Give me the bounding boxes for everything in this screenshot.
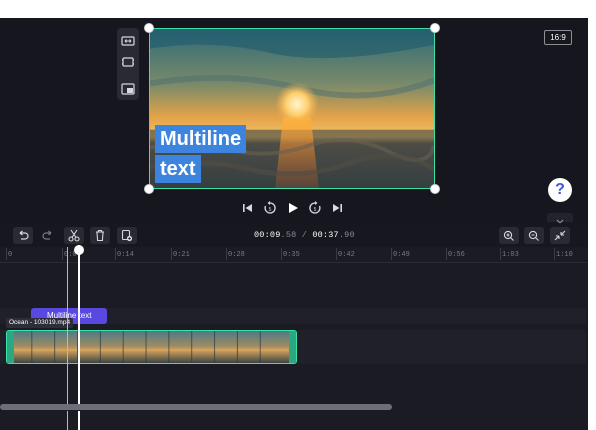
video-clip-label: Ocean - 103019.mp4: [6, 318, 74, 328]
time-ruler[interactable]: 0 0:07 0:14 0:21 0:28 0:35 0:42 0:49 0:5…: [0, 247, 588, 263]
fit-icon[interactable]: [121, 34, 135, 46]
split-button[interactable]: [64, 227, 84, 244]
preview-side-toolbar: [117, 28, 139, 100]
ruler-tick: 0:21: [171, 248, 190, 260]
resize-handle-bottom-right[interactable]: [430, 184, 440, 194]
total-time-fraction: .90: [338, 230, 355, 240]
caption-line-1[interactable]: Multiline: [155, 125, 247, 153]
ruler-tick: 0: [5, 248, 13, 260]
clip-trim-handle-right[interactable]: [289, 331, 296, 363]
ruler-tick: 1:10: [554, 248, 573, 260]
rewind-5-icon[interactable]: 5: [262, 200, 278, 216]
split-icon: [68, 229, 80, 242]
ruler-tick: 0:56: [446, 248, 465, 260]
help-button[interactable]: ?: [548, 178, 572, 202]
ruler-tick: 0:42: [336, 248, 355, 260]
video-clip[interactable]: [6, 330, 297, 364]
clip-trim-handle-left[interactable]: [7, 331, 14, 363]
svg-text:5: 5: [269, 207, 272, 213]
crop-icon[interactable]: [121, 55, 135, 67]
fit-timeline-icon: [554, 230, 566, 241]
duplicate-button[interactable]: [117, 227, 137, 244]
ruler-tick: 0:49: [391, 248, 410, 260]
ruler-tick: 0:35: [281, 248, 300, 260]
ruler-tick: 1:03: [500, 248, 519, 260]
right-margin: [588, 0, 596, 430]
resize-handle-top-right[interactable]: [430, 23, 440, 33]
ruler-tick: 0:28: [226, 248, 245, 260]
skip-forward-icon[interactable]: [329, 200, 345, 216]
caption-line-2[interactable]: text: [155, 155, 201, 183]
time-separator: /: [296, 230, 313, 240]
current-time-fraction: .58: [280, 230, 297, 240]
redo-button[interactable]: [38, 227, 58, 244]
zoom-out-button[interactable]: [524, 227, 544, 244]
timeline-toolbar: 00:09.58 / 00:37.90: [0, 223, 588, 247]
delete-icon: [96, 229, 104, 242]
video-clip-thumbnails: [7, 331, 296, 363]
aspect-ratio-button[interactable]: 16:9: [544, 30, 572, 45]
collapse-preview-button[interactable]: [547, 213, 573, 224]
svg-text:5: 5: [314, 207, 317, 213]
top-strip: [0, 0, 588, 18]
picture-in-picture-icon[interactable]: [121, 82, 135, 95]
playhead[interactable]: [78, 245, 80, 430]
video-editor: Multiline text 16:9 ? 5 5 00:09.58 / 00:…: [0, 0, 588, 430]
timeline-scrollbar-thumb[interactable]: [0, 404, 392, 410]
undo-icon: [19, 230, 29, 240]
zoom-in-button[interactable]: [499, 227, 519, 244]
total-time: 00:37: [312, 230, 339, 240]
fit-timeline-button[interactable]: [550, 227, 570, 244]
ruler-tick: 0:14: [115, 248, 134, 260]
current-time: 00:09: [254, 230, 281, 240]
playhead-handle[interactable]: [74, 245, 84, 255]
resize-handle-top-left[interactable]: [144, 23, 154, 33]
zoom-out-icon: [528, 230, 539, 241]
play-icon[interactable]: [285, 200, 301, 216]
timeline[interactable]: 0 0:07 0:14 0:21 0:28 0:35 0:42 0:49 0:5…: [0, 247, 588, 430]
zoom-in-icon: [503, 230, 514, 241]
skip-back-icon[interactable]: [240, 200, 256, 216]
delete-button[interactable]: [90, 227, 110, 244]
resize-handle-bottom-left[interactable]: [144, 184, 154, 194]
duplicate-icon: [121, 229, 133, 242]
forward-5-icon[interactable]: 5: [307, 200, 323, 216]
undo-button[interactable]: [13, 227, 33, 244]
timecode-display: 00:09.58 / 00:37.90: [254, 230, 355, 240]
snap-guide-line: [67, 247, 68, 430]
redo-icon: [42, 230, 52, 240]
